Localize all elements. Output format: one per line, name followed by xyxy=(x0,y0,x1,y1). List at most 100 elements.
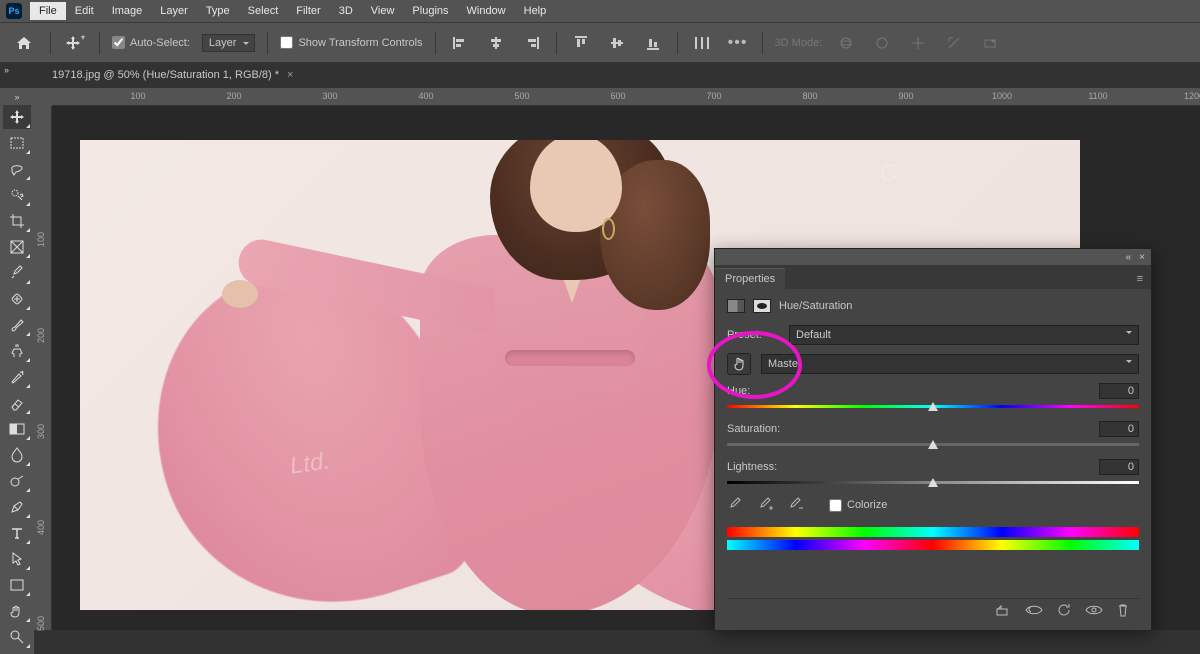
frame-tool[interactable] xyxy=(3,235,31,259)
path-select-tool[interactable] xyxy=(3,547,31,571)
move-tool[interactable] xyxy=(3,105,31,129)
layer-select[interactable]: Layer xyxy=(202,34,256,52)
mask-icon[interactable] xyxy=(753,299,771,313)
auto-select-check[interactable]: Auto-Select: xyxy=(112,36,190,49)
view-previous-icon[interactable] xyxy=(1025,604,1043,616)
quick-select-tool[interactable] xyxy=(3,183,31,207)
align-hcenter-icon[interactable] xyxy=(484,33,508,53)
gradient-tool[interactable] xyxy=(3,417,31,441)
adjustment-icon[interactable] xyxy=(727,299,745,313)
menu-help[interactable]: Help xyxy=(515,2,556,20)
type-tool[interactable] xyxy=(3,521,31,545)
spectrum-bar-top[interactable] xyxy=(727,527,1139,537)
menu-3d[interactable]: 3D xyxy=(330,2,362,20)
channel-select[interactable]: Master xyxy=(761,354,1139,374)
distribute-icon[interactable] xyxy=(690,33,714,53)
close-tab-icon[interactable]: × xyxy=(287,69,293,81)
menu-image[interactable]: Image xyxy=(103,2,152,20)
shape-tool[interactable] xyxy=(3,573,31,597)
separator xyxy=(677,32,678,54)
ruler-vertical[interactable]: 100200300400500 xyxy=(34,106,52,630)
align-vcenter-icon[interactable] xyxy=(605,33,629,53)
preset-row: Preset: Default xyxy=(727,325,1139,345)
lightness-track[interactable] xyxy=(727,477,1139,487)
transform-checkbox[interactable] xyxy=(280,36,293,49)
menu-layer[interactable]: Layer xyxy=(151,2,197,20)
eyedropper-subtract-icon[interactable] xyxy=(787,497,803,513)
hue-label: Hue: xyxy=(727,385,750,397)
menu-edit[interactable]: Edit xyxy=(66,2,103,20)
eraser-tool[interactable] xyxy=(3,391,31,415)
menu-select[interactable]: Select xyxy=(239,2,288,20)
preset-label: Preset: xyxy=(727,329,783,341)
panel-tab-row: Properties ≡ xyxy=(715,265,1151,289)
transform-check[interactable]: Show Transform Controls xyxy=(280,36,422,49)
close-panel-icon[interactable]: × xyxy=(1139,252,1145,263)
lightness-slider: Lightness:0 xyxy=(727,459,1139,487)
saturation-track[interactable] xyxy=(727,439,1139,449)
collapse-icon[interactable]: « xyxy=(1126,252,1132,263)
align-left-icon[interactable] xyxy=(448,33,472,53)
menu-filter[interactable]: Filter xyxy=(287,2,329,20)
clip-to-layer-icon[interactable] xyxy=(995,603,1011,617)
3d-pan-icon xyxy=(906,33,930,53)
expand-panels-icon[interactable]: » xyxy=(4,65,9,75)
app-logo: Ps xyxy=(6,3,22,19)
menu-plugins[interactable]: Plugins xyxy=(403,2,457,20)
toolbox-expand-icon[interactable]: » xyxy=(14,92,19,102)
separator xyxy=(267,32,268,54)
eyedropper-tool-icon[interactable] xyxy=(3,261,31,285)
move-tool-icon[interactable]: ▾ xyxy=(63,33,87,53)
document-tab[interactable]: 19718.jpg @ 50% (Hue/Saturation 1, RGB/8… xyxy=(42,65,303,85)
align-bottom-icon[interactable] xyxy=(641,33,665,53)
menu-window[interactable]: Window xyxy=(458,2,515,20)
eyedropper-add-icon[interactable] xyxy=(757,497,773,513)
pen-tool[interactable] xyxy=(3,495,31,519)
clone-tool[interactable] xyxy=(3,339,31,363)
history-brush-tool[interactable] xyxy=(3,365,31,389)
eyedropper-icon[interactable] xyxy=(727,497,743,513)
align-top-icon[interactable] xyxy=(569,33,593,53)
delete-icon[interactable] xyxy=(1117,603,1129,617)
home-button[interactable] xyxy=(10,32,38,54)
menu-type[interactable]: Type xyxy=(197,2,239,20)
separator xyxy=(556,32,557,54)
crop-tool[interactable] xyxy=(3,209,31,233)
targeted-adjust-tool[interactable] xyxy=(727,353,751,375)
marquee-tool[interactable] xyxy=(3,131,31,155)
preset-select[interactable]: Default xyxy=(789,325,1139,345)
hand-tool[interactable] xyxy=(3,599,31,623)
more-options-icon[interactable]: ••• xyxy=(726,33,750,53)
3d-orbit-icon xyxy=(834,33,858,53)
properties-panel: « × Properties ≡ Hue/Saturation Preset: … xyxy=(714,248,1152,631)
brush-tool[interactable] xyxy=(3,313,31,337)
options-bar: ▾ Auto-Select: Layer Show Transform Cont… xyxy=(0,22,1200,62)
hue-track[interactable] xyxy=(727,401,1139,411)
panel-menu-icon[interactable]: ≡ xyxy=(1129,269,1151,289)
menu-file[interactable]: File xyxy=(30,2,66,20)
hue-value[interactable]: 0 xyxy=(1099,383,1139,399)
3d-scale-icon xyxy=(978,33,1002,53)
blur-tool[interactable] xyxy=(3,443,31,467)
visibility-icon[interactable] xyxy=(1085,604,1103,616)
spectrum-bar-bottom[interactable] xyxy=(727,540,1139,550)
align-right-icon[interactable] xyxy=(520,33,544,53)
panel-topbar: « × xyxy=(715,249,1151,265)
saturation-value[interactable]: 0 xyxy=(1099,421,1139,437)
colorize-check[interactable]: Colorize xyxy=(829,499,887,512)
ruler-horizontal[interactable]: 100200300400500600700800900100011001200 xyxy=(52,88,1200,106)
auto-select-checkbox[interactable] xyxy=(112,36,125,49)
heal-tool[interactable] xyxy=(3,287,31,311)
dodge-tool[interactable] xyxy=(3,469,31,493)
lasso-tool[interactable] xyxy=(3,157,31,181)
hue-slider: Hue: 0 xyxy=(727,383,1139,411)
zoom-tool[interactable] xyxy=(3,625,31,649)
properties-tab[interactable]: Properties xyxy=(715,268,785,289)
3d-roll-icon xyxy=(870,33,894,53)
lightness-value[interactable]: 0 xyxy=(1099,459,1139,475)
watermark: Ltd. xyxy=(288,447,332,480)
document-tab-title: 19718.jpg @ 50% (Hue/Saturation 1, RGB/8… xyxy=(52,69,279,81)
colorize-checkbox[interactable] xyxy=(829,499,842,512)
menu-view[interactable]: View xyxy=(362,2,404,20)
reset-icon[interactable] xyxy=(1057,603,1071,617)
